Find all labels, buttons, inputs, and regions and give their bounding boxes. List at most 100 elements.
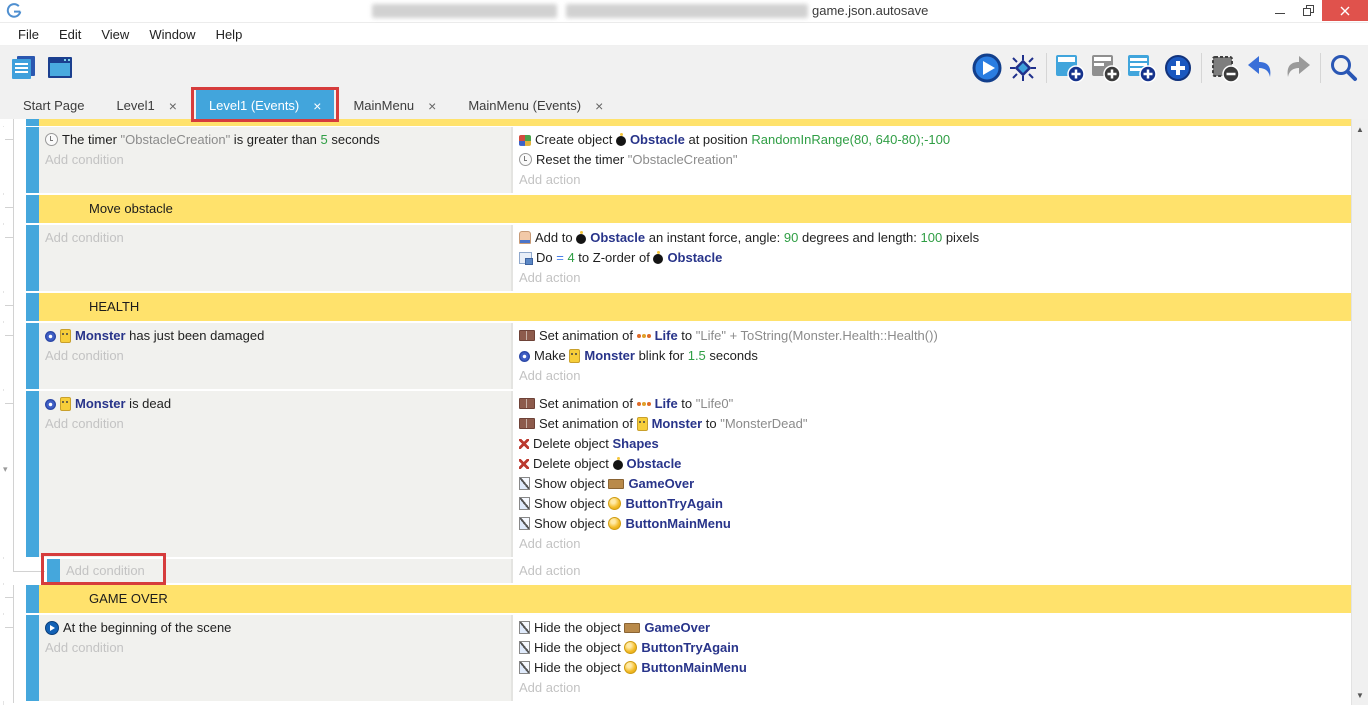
condition-line[interactable]: Monster is dead bbox=[39, 394, 511, 414]
collapse-arrow-icon[interactable]: ▾ bbox=[3, 465, 8, 474]
undo-button[interactable] bbox=[1243, 50, 1279, 86]
add-action-button[interactable]: Add action bbox=[513, 268, 1352, 288]
add-action-button[interactable]: Add action bbox=[513, 534, 1352, 554]
action-line[interactable]: Reset the timer "ObstacleCreation" bbox=[513, 150, 1352, 170]
play-button[interactable] bbox=[969, 50, 1005, 86]
tab-level1-events[interactable]: Level1 (Events) × bbox=[196, 90, 335, 121]
action-line[interactable]: Delete object Obstacle bbox=[513, 454, 1352, 474]
event-drag-handle[interactable] bbox=[26, 293, 39, 321]
add-new-button[interactable] bbox=[1160, 50, 1196, 86]
tree-connector bbox=[5, 627, 14, 628]
comment-partial[interactable] bbox=[39, 119, 1352, 126]
scene-editor-button[interactable] bbox=[42, 50, 78, 86]
maximize-button[interactable] bbox=[1294, 0, 1322, 21]
event-drag-handle[interactable] bbox=[26, 323, 39, 389]
redo-button[interactable] bbox=[1279, 50, 1315, 86]
menu-help[interactable]: Help bbox=[206, 27, 253, 42]
action-line[interactable]: Make Monster blink for 1.5 seconds bbox=[513, 346, 1352, 366]
event-drag-handle[interactable] bbox=[26, 615, 39, 701]
search-button[interactable] bbox=[1326, 50, 1362, 86]
action-line[interactable]: Do = 4 to Z-order of Obstacle bbox=[513, 248, 1352, 268]
condition-line[interactable]: At the beginning of the scene bbox=[39, 618, 511, 638]
text-segment: GameOver bbox=[628, 476, 694, 491]
debug-button[interactable] bbox=[1005, 50, 1041, 86]
action-line[interactable]: Add to Obstacle an instant force, angle:… bbox=[513, 228, 1352, 248]
tree-line bbox=[13, 391, 14, 559]
comment-row: GAME OVER bbox=[0, 585, 1352, 613]
tab-start-page[interactable]: Start Page bbox=[10, 90, 97, 121]
conditions-column: Add condition bbox=[60, 559, 513, 583]
action-line[interactable]: Hide the object ButtonMainMenu bbox=[513, 658, 1352, 678]
add-action-button[interactable]: Add action bbox=[513, 170, 1352, 190]
scroll-up-arrow-icon[interactable]: ▲ bbox=[1352, 121, 1368, 137]
add-condition-button[interactable]: Add condition bbox=[39, 414, 511, 434]
text-segment: Add to bbox=[535, 230, 576, 245]
text-segment: Add condition bbox=[45, 230, 124, 245]
life-icon bbox=[637, 402, 641, 406]
action-line[interactable]: Set animation of Monster to "MonsterDead… bbox=[513, 414, 1352, 434]
add-action-button[interactable]: Add action bbox=[513, 561, 1352, 581]
action-line[interactable]: Show object ButtonMainMenu bbox=[513, 514, 1352, 534]
action-line[interactable]: Hide the object GameOver bbox=[513, 618, 1352, 638]
add-action-button[interactable]: Add action bbox=[513, 678, 1352, 698]
event-drag-handle[interactable] bbox=[26, 127, 39, 193]
action-line[interactable]: Delete object Shapes bbox=[513, 434, 1352, 454]
close-tab-icon[interactable]: × bbox=[169, 99, 177, 113]
action-line[interactable]: Set animation of Life to "Life" + ToStri… bbox=[513, 326, 1352, 346]
close-icon bbox=[1340, 6, 1350, 16]
button-icon bbox=[624, 661, 637, 674]
comment[interactable]: Move obstacle bbox=[39, 195, 1352, 223]
event-drag-handle[interactable] bbox=[26, 225, 39, 291]
event-drag-handle[interactable] bbox=[26, 195, 39, 223]
deselect-button[interactable] bbox=[1207, 50, 1243, 86]
minimize-button[interactable] bbox=[1266, 0, 1294, 21]
menu-view[interactable]: View bbox=[91, 27, 139, 42]
event-drag-handle[interactable] bbox=[26, 119, 39, 126]
add-action-button[interactable]: Add action bbox=[513, 366, 1352, 386]
action-line[interactable]: Create object Obstacle at position Rando… bbox=[513, 130, 1352, 150]
condition-line[interactable]: The timer "ObstacleCreation" is greater … bbox=[39, 130, 511, 150]
add-event-button[interactable] bbox=[1052, 50, 1088, 86]
text-segment: Monster bbox=[75, 328, 126, 343]
event-drag-handle[interactable] bbox=[26, 391, 39, 557]
action-line[interactable]: Show object GameOver bbox=[513, 474, 1352, 494]
tab-level1[interactable]: Level1 × bbox=[103, 90, 190, 121]
condition-line[interactable]: Monster has just been damaged bbox=[39, 326, 511, 346]
events-editor: The timer "ObstacleCreation" is greater … bbox=[0, 119, 1352, 705]
action-line[interactable]: Hide the object ButtonTryAgain bbox=[513, 638, 1352, 658]
anim-icon bbox=[519, 418, 535, 429]
comment[interactable]: HEALTH bbox=[39, 293, 1352, 321]
menu-edit[interactable]: Edit bbox=[49, 27, 91, 42]
scroll-down-arrow-icon[interactable]: ▼ bbox=[1352, 687, 1368, 703]
gameover-icon bbox=[608, 479, 624, 489]
close-tab-icon[interactable]: × bbox=[595, 99, 603, 113]
close-tab-icon[interactable]: × bbox=[313, 99, 321, 113]
text-segment: Obstacle bbox=[590, 230, 645, 245]
tab-mainmenu-events[interactable]: MainMenu (Events) × bbox=[455, 90, 616, 121]
hand-icon bbox=[519, 231, 531, 244]
event-drag-handle[interactable] bbox=[47, 559, 60, 583]
close-tab-icon[interactable]: × bbox=[428, 99, 436, 113]
life-icon bbox=[637, 334, 641, 338]
menu-window[interactable]: Window bbox=[139, 27, 205, 42]
action-line[interactable]: Show object ButtonTryAgain bbox=[513, 494, 1352, 514]
vertical-scrollbar[interactable]: ▲ ▼ bbox=[1351, 119, 1368, 705]
menu-file[interactable]: File bbox=[8, 27, 49, 42]
add-comment-button[interactable] bbox=[1124, 50, 1160, 86]
add-condition-button[interactable]: Add condition bbox=[39, 346, 511, 366]
close-button[interactable] bbox=[1322, 0, 1368, 21]
visibility-icon bbox=[519, 477, 530, 490]
text-segment: Add condition bbox=[45, 152, 124, 167]
add-condition-button[interactable]: Add condition bbox=[39, 638, 511, 658]
add-condition-button[interactable]: Add condition bbox=[39, 150, 511, 170]
monster-icon bbox=[60, 397, 71, 411]
add-condition-button[interactable]: Add condition bbox=[39, 228, 511, 248]
add-subevent-button[interactable] bbox=[1088, 50, 1124, 86]
event-drag-handle[interactable] bbox=[26, 585, 39, 613]
tab-mainmenu[interactable]: MainMenu × bbox=[340, 90, 449, 121]
comment[interactable]: GAME OVER bbox=[39, 585, 1352, 613]
text-segment: "ObstacleCreation" bbox=[628, 152, 738, 167]
action-line[interactable]: Set animation of Life to "Life0" bbox=[513, 394, 1352, 414]
project-manager-button[interactable] bbox=[6, 50, 42, 86]
add-condition-button[interactable]: Add condition bbox=[60, 561, 511, 581]
